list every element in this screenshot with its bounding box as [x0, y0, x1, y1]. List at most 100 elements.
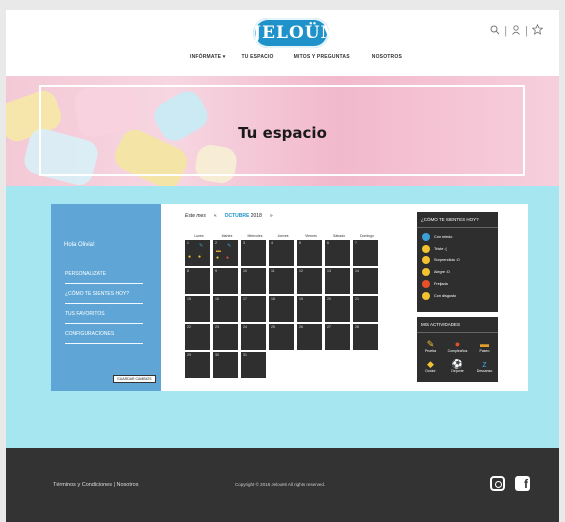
- hero-banner: Tu espacio: [6, 76, 559, 186]
- feeling-option[interactable]: Con miedo: [417, 231, 498, 243]
- dashboard-card: Hola Olivia! PERSONALIZATE ¿CÓMO TE SIEN…: [51, 204, 528, 391]
- calendar-day[interactable]: 7: [353, 240, 378, 266]
- weekday-label: Lunes: [194, 234, 204, 238]
- feeling-option[interactable]: Triste :(: [417, 243, 498, 255]
- test-icon: ✎: [227, 243, 232, 249]
- day-number: 20: [327, 297, 331, 301]
- day-number: 30: [215, 353, 219, 357]
- page-title: Tu espacio: [238, 124, 327, 142]
- sidebar-item-configuraciones[interactable]: CONFIGURACIONES: [65, 331, 143, 344]
- day-number: 15: [187, 297, 191, 301]
- calendar-day[interactable]: 5: [297, 240, 322, 266]
- calendar-day[interactable]: 14: [353, 268, 378, 294]
- feeling-option[interactable]: Freijada: [417, 278, 498, 290]
- activity-label: Descanso: [476, 369, 493, 373]
- day-number: 28: [355, 325, 359, 329]
- weekday-label: Sábado: [332, 234, 346, 238]
- activity-item[interactable]: ▬ Paseo: [471, 339, 498, 353]
- day-number: 18: [271, 297, 275, 301]
- this-month-label: Este mes: [185, 213, 206, 219]
- calendar-day[interactable]: 28: [353, 324, 378, 350]
- activity-item[interactable]: ◆ Doctor: [417, 359, 444, 373]
- prev-month-button[interactable]: «: [214, 213, 217, 219]
- calendar-day[interactable]: 18: [269, 296, 294, 322]
- calendar-day[interactable]: 3: [241, 240, 266, 266]
- day-number: 29: [187, 353, 191, 357]
- surprised-face-icon: [422, 256, 430, 265]
- calendar-day[interactable]: 13: [325, 268, 350, 294]
- save-button[interactable]: GUARDAR CAMBIOS: [113, 375, 156, 383]
- day-number: 14: [355, 269, 359, 273]
- sidebar-item-como-te-sientes[interactable]: ¿CÓMO TE SIENTES HOY?: [65, 291, 143, 304]
- calendar-day[interactable]: 17: [241, 296, 266, 322]
- calendar-day[interactable]: 2 ▬ ✎ ● ●: [213, 240, 238, 266]
- nav-mitos-y-preguntas[interactable]: MITOS Y PREGUNTAS: [294, 54, 350, 60]
- sidebar-item-tus-favoritos[interactable]: TUS FAVORITOS: [65, 311, 143, 324]
- calendar-day[interactable]: 1 ✎ ● ●: [185, 240, 210, 266]
- next-month-button[interactable]: »: [270, 213, 273, 219]
- instagram-icon[interactable]: [490, 476, 505, 491]
- feeling-label: Freijada: [434, 282, 448, 287]
- calendar-day[interactable]: 4: [269, 240, 294, 266]
- calendar-day[interactable]: 15: [185, 296, 210, 322]
- day-number: 31: [243, 353, 247, 357]
- day-number: 23: [215, 325, 219, 329]
- calendar-day[interactable]: 10: [241, 268, 266, 294]
- calendar-day[interactable]: 23: [213, 324, 238, 350]
- calendar-day[interactable]: 29: [185, 352, 210, 378]
- header: JELOÜMi | | INFÓRMATE ▾ TU ESPACIO MITOS…: [6, 10, 559, 76]
- day-number: 7: [355, 241, 357, 245]
- day-number: 19: [299, 297, 303, 301]
- happy-face-icon: ●: [188, 254, 192, 260]
- day-number: 10: [243, 269, 247, 273]
- calendar-day[interactable]: 21: [353, 296, 378, 322]
- nav-tu-espacio[interactable]: TU ESPACIO: [241, 54, 273, 60]
- feeling-option[interactable]: Alegre :D: [417, 266, 498, 278]
- calendar-day[interactable]: 16: [213, 296, 238, 322]
- logo[interactable]: JELOÜMi: [253, 18, 347, 48]
- sad-face-icon: [422, 244, 430, 253]
- star-icon[interactable]: [531, 23, 544, 38]
- activity-item[interactable]: z Descanso: [471, 359, 498, 373]
- ball-icon: ⚽: [451, 359, 464, 369]
- calendar-day[interactable]: 26: [297, 324, 322, 350]
- calendar-day[interactable]: 22: [185, 324, 210, 350]
- calendar-day[interactable]: 20: [325, 296, 350, 322]
- activity-item[interactable]: ● Cumpleaños: [444, 339, 471, 353]
- calendar-day[interactable]: 19: [297, 296, 322, 322]
- feeling-label: Triste :(: [434, 246, 447, 251]
- feeling-option[interactable]: Sorprendida :O: [417, 255, 498, 267]
- search-icon[interactable]: [490, 25, 500, 38]
- calendar-day[interactable]: 30: [213, 352, 238, 378]
- divider: |: [525, 25, 528, 37]
- day-number: 5: [299, 241, 301, 245]
- feeling-option[interactable]: Con disgusto: [417, 290, 498, 302]
- facebook-icon[interactable]: f: [515, 476, 530, 491]
- activity-label: Deporte: [451, 369, 464, 373]
- activity-item[interactable]: ⚽ Deporte: [444, 359, 471, 373]
- disgusted-face-icon: [422, 291, 430, 300]
- nav-informate[interactable]: INFÓRMATE ▾: [190, 54, 225, 60]
- happy-face-icon: ●: [198, 254, 202, 260]
- calendar-day[interactable]: 12: [297, 268, 322, 294]
- calendar-day[interactable]: 8: [185, 268, 210, 294]
- calendar-day[interactable]: 25: [269, 324, 294, 350]
- weekday-label: Miércoles: [247, 234, 263, 238]
- nav-nosotros[interactable]: NOSOTROS: [372, 54, 402, 60]
- footer-links[interactable]: Términos y Condiciones | Nosotros: [53, 482, 139, 488]
- calendar-day[interactable]: 9: [213, 268, 238, 294]
- activity-item[interactable]: ✎ Prueba: [417, 339, 444, 353]
- calendar-day[interactable]: 31: [241, 352, 266, 378]
- calendar-day[interactable]: 27: [325, 324, 350, 350]
- feelings-panel: ¿CÓMO TE SIENTES HOY? Con miedo Triste :(…: [417, 212, 498, 312]
- calendar-day[interactable]: 6: [325, 240, 350, 266]
- calendar-day[interactable]: 11: [269, 268, 294, 294]
- feeling-label: Sorprendida :O: [434, 258, 460, 263]
- day-number: 12: [299, 269, 303, 273]
- social-links: f: [490, 476, 530, 491]
- sleep-icon: z: [482, 359, 487, 369]
- calendar-day[interactable]: 24: [241, 324, 266, 350]
- sidebar-item-personalizate[interactable]: PERSONALIZATE: [65, 271, 143, 284]
- user-icon[interactable]: [511, 24, 521, 38]
- weekday-label: Domingo: [359, 234, 374, 238]
